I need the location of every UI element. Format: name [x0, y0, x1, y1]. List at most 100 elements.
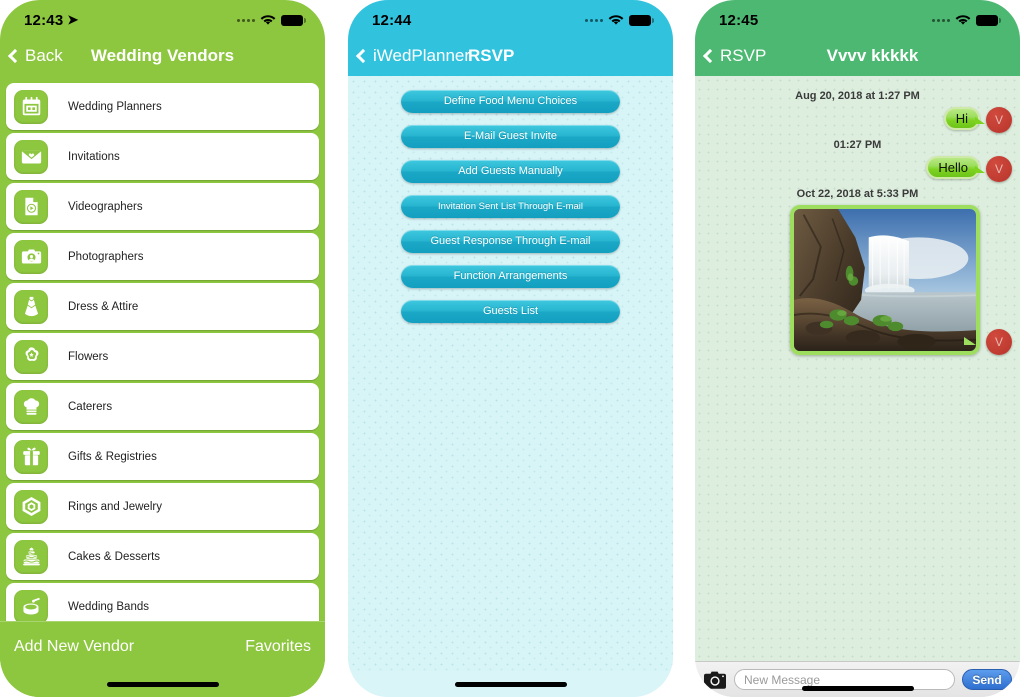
list-item[interactable]: Videographers [6, 183, 319, 230]
rsvp-body: Define Food Menu Choices E-Mail Guest In… [348, 76, 673, 671]
signal-dots-icon [585, 18, 603, 22]
chevron-left-icon [355, 48, 371, 64]
message-row: Hello V [695, 156, 1020, 182]
list-item-label: Cakes & Desserts [68, 550, 161, 563]
status-bar: 12:43 ➤ [0, 0, 325, 36]
vendors-toolbar: Add New Vendor Favorites [0, 621, 325, 671]
avatar[interactable]: V [986, 107, 1012, 133]
signal-dots-icon [237, 18, 255, 22]
chevron-left-icon [702, 48, 718, 64]
favorites-button[interactable]: Favorites [245, 638, 311, 656]
back-button-label: RSVP [720, 46, 767, 65]
back-button[interactable]: RSVP [702, 46, 767, 66]
list-item-label: Rings and Jewelry [68, 500, 162, 513]
status-bar: 12:45 [695, 0, 1020, 36]
message-timestamp: Aug 20, 2018 at 1:27 PM [795, 90, 920, 102]
page-title: RSVP [468, 46, 515, 65]
dress-icon [14, 289, 48, 324]
page-title: Vvvv kkkkk [826, 46, 919, 65]
message-timestamp: Oct 22, 2018 at 5:33 PM [796, 188, 919, 200]
list-item[interactable]: Invitations [6, 133, 319, 180]
list-item[interactable]: Cakes & Desserts [6, 533, 319, 580]
chevron-left-icon [7, 48, 23, 64]
list-item[interactable]: Gifts & Registries [6, 433, 319, 480]
guest-response-button[interactable]: Guest Response Through E-mail [401, 230, 620, 253]
list-item-label: Invitations [68, 150, 120, 163]
list-item-label: Wedding Planners [68, 100, 162, 113]
phone-screen-chat: 12:45 RSVP Vvvv kkkkk Aug 20, 2018 at 1:… [695, 0, 1020, 697]
phone-screen-wedding-vendors: 12:43 ➤ Back Wedding Vendors Wedding Pla… [0, 0, 325, 697]
status-bar-left: 12:43 ➤ [24, 12, 78, 29]
invitation-sent-list-button[interactable]: Invitation Sent List Through E-mail [401, 195, 620, 218]
wifi-icon [955, 15, 971, 25]
function-arrangements-button[interactable]: Function Arrangements [401, 265, 620, 288]
vendors-body: Wedding Planners Invitations Videographe… [0, 76, 325, 697]
email-guest-invite-button[interactable]: E-Mail Guest Invite [401, 125, 620, 148]
list-item-label: Videographers [68, 200, 143, 213]
list-item[interactable]: Flowers [6, 333, 319, 380]
list-item-label: Flowers [68, 350, 109, 363]
screenshot-stage: 12:43 ➤ Back Wedding Vendors Wedding Pla… [0, 0, 1024, 697]
chat-body: Aug 20, 2018 at 1:27 PM Hi V 01:27 PM He… [695, 76, 1020, 661]
envelope-heart-icon [14, 139, 48, 174]
nav-bar: RSVP Vvvv kkkkk [695, 36, 1020, 76]
chef-hat-icon [14, 389, 48, 424]
camera-icon [14, 239, 48, 274]
list-item[interactable]: Rings and Jewelry [6, 483, 319, 530]
signal-dots-icon [932, 18, 950, 22]
wedding-cake-icon [14, 539, 48, 574]
list-item-label: Wedding Bands [68, 600, 149, 613]
wifi-icon [260, 15, 276, 25]
page-title: Wedding Vendors [90, 46, 235, 65]
home-indicator[interactable] [348, 671, 673, 697]
status-bar-right [585, 14, 654, 26]
list-item[interactable]: Wedding Bands [6, 583, 319, 621]
video-file-icon [14, 189, 48, 224]
list-item-label: Gifts & Registries [68, 450, 157, 463]
list-item-label: Caterers [68, 400, 113, 413]
waterfall-photo[interactable] [790, 205, 980, 355]
status-bar-left: 12:45 [719, 12, 758, 29]
list-item[interactable]: Caterers [6, 383, 319, 430]
phone-screen-rsvp: 12:44 iWedPlanner RSVP Define Food Menu … [348, 0, 673, 697]
gift-box-icon [14, 439, 48, 474]
list-item[interactable]: Wedding Planners [6, 83, 319, 130]
guests-list-button[interactable]: Guests List [401, 300, 620, 323]
status-bar-left: 12:44 [372, 12, 411, 29]
status-bar-right [237, 14, 306, 26]
message-row: Hi V [695, 107, 1020, 133]
avatar[interactable]: V [986, 329, 1012, 355]
wifi-icon [608, 15, 624, 25]
battery-icon [281, 14, 306, 26]
flower-star-icon [14, 339, 48, 374]
back-button-label: iWedPlanner [373, 46, 471, 65]
status-bar: 12:44 [348, 0, 673, 36]
nav-bar: iWedPlanner RSVP [348, 36, 673, 76]
home-indicator[interactable] [0, 671, 325, 697]
add-guests-manually-button[interactable]: Add Guests Manually [401, 160, 620, 183]
message-bubble[interactable]: Hi [943, 107, 986, 130]
list-item[interactable]: Dress & Attire [6, 283, 319, 330]
drum-icon [14, 589, 48, 621]
avatar[interactable]: V [986, 156, 1012, 182]
bubble-tail [964, 337, 976, 345]
list-item-label: Dress & Attire [68, 300, 139, 313]
back-button[interactable]: Back [7, 46, 63, 66]
message-composer: New Message Send [695, 661, 1020, 697]
list-item[interactable]: Photographers [6, 233, 319, 280]
status-time: 12:44 [372, 11, 412, 29]
define-food-menu-choices-button[interactable]: Define Food Menu Choices [401, 90, 620, 113]
battery-icon [976, 14, 1001, 26]
status-bar-right [932, 14, 1001, 26]
message-bubble[interactable]: Hello [926, 156, 985, 179]
status-time: 12:45 [719, 11, 759, 29]
gem-icon [14, 489, 48, 524]
home-indicator[interactable] [695, 678, 1020, 697]
back-button[interactable]: iWedPlanner [355, 46, 471, 66]
vendor-list: Wedding Planners Invitations Videographe… [0, 76, 325, 621]
battery-icon [629, 14, 654, 26]
status-time: 12:43 [24, 11, 64, 29]
location-arrow-icon: ➤ [67, 12, 79, 27]
add-new-vendor-button[interactable]: Add New Vendor [14, 638, 134, 656]
message-row-photo: V [695, 205, 1020, 355]
